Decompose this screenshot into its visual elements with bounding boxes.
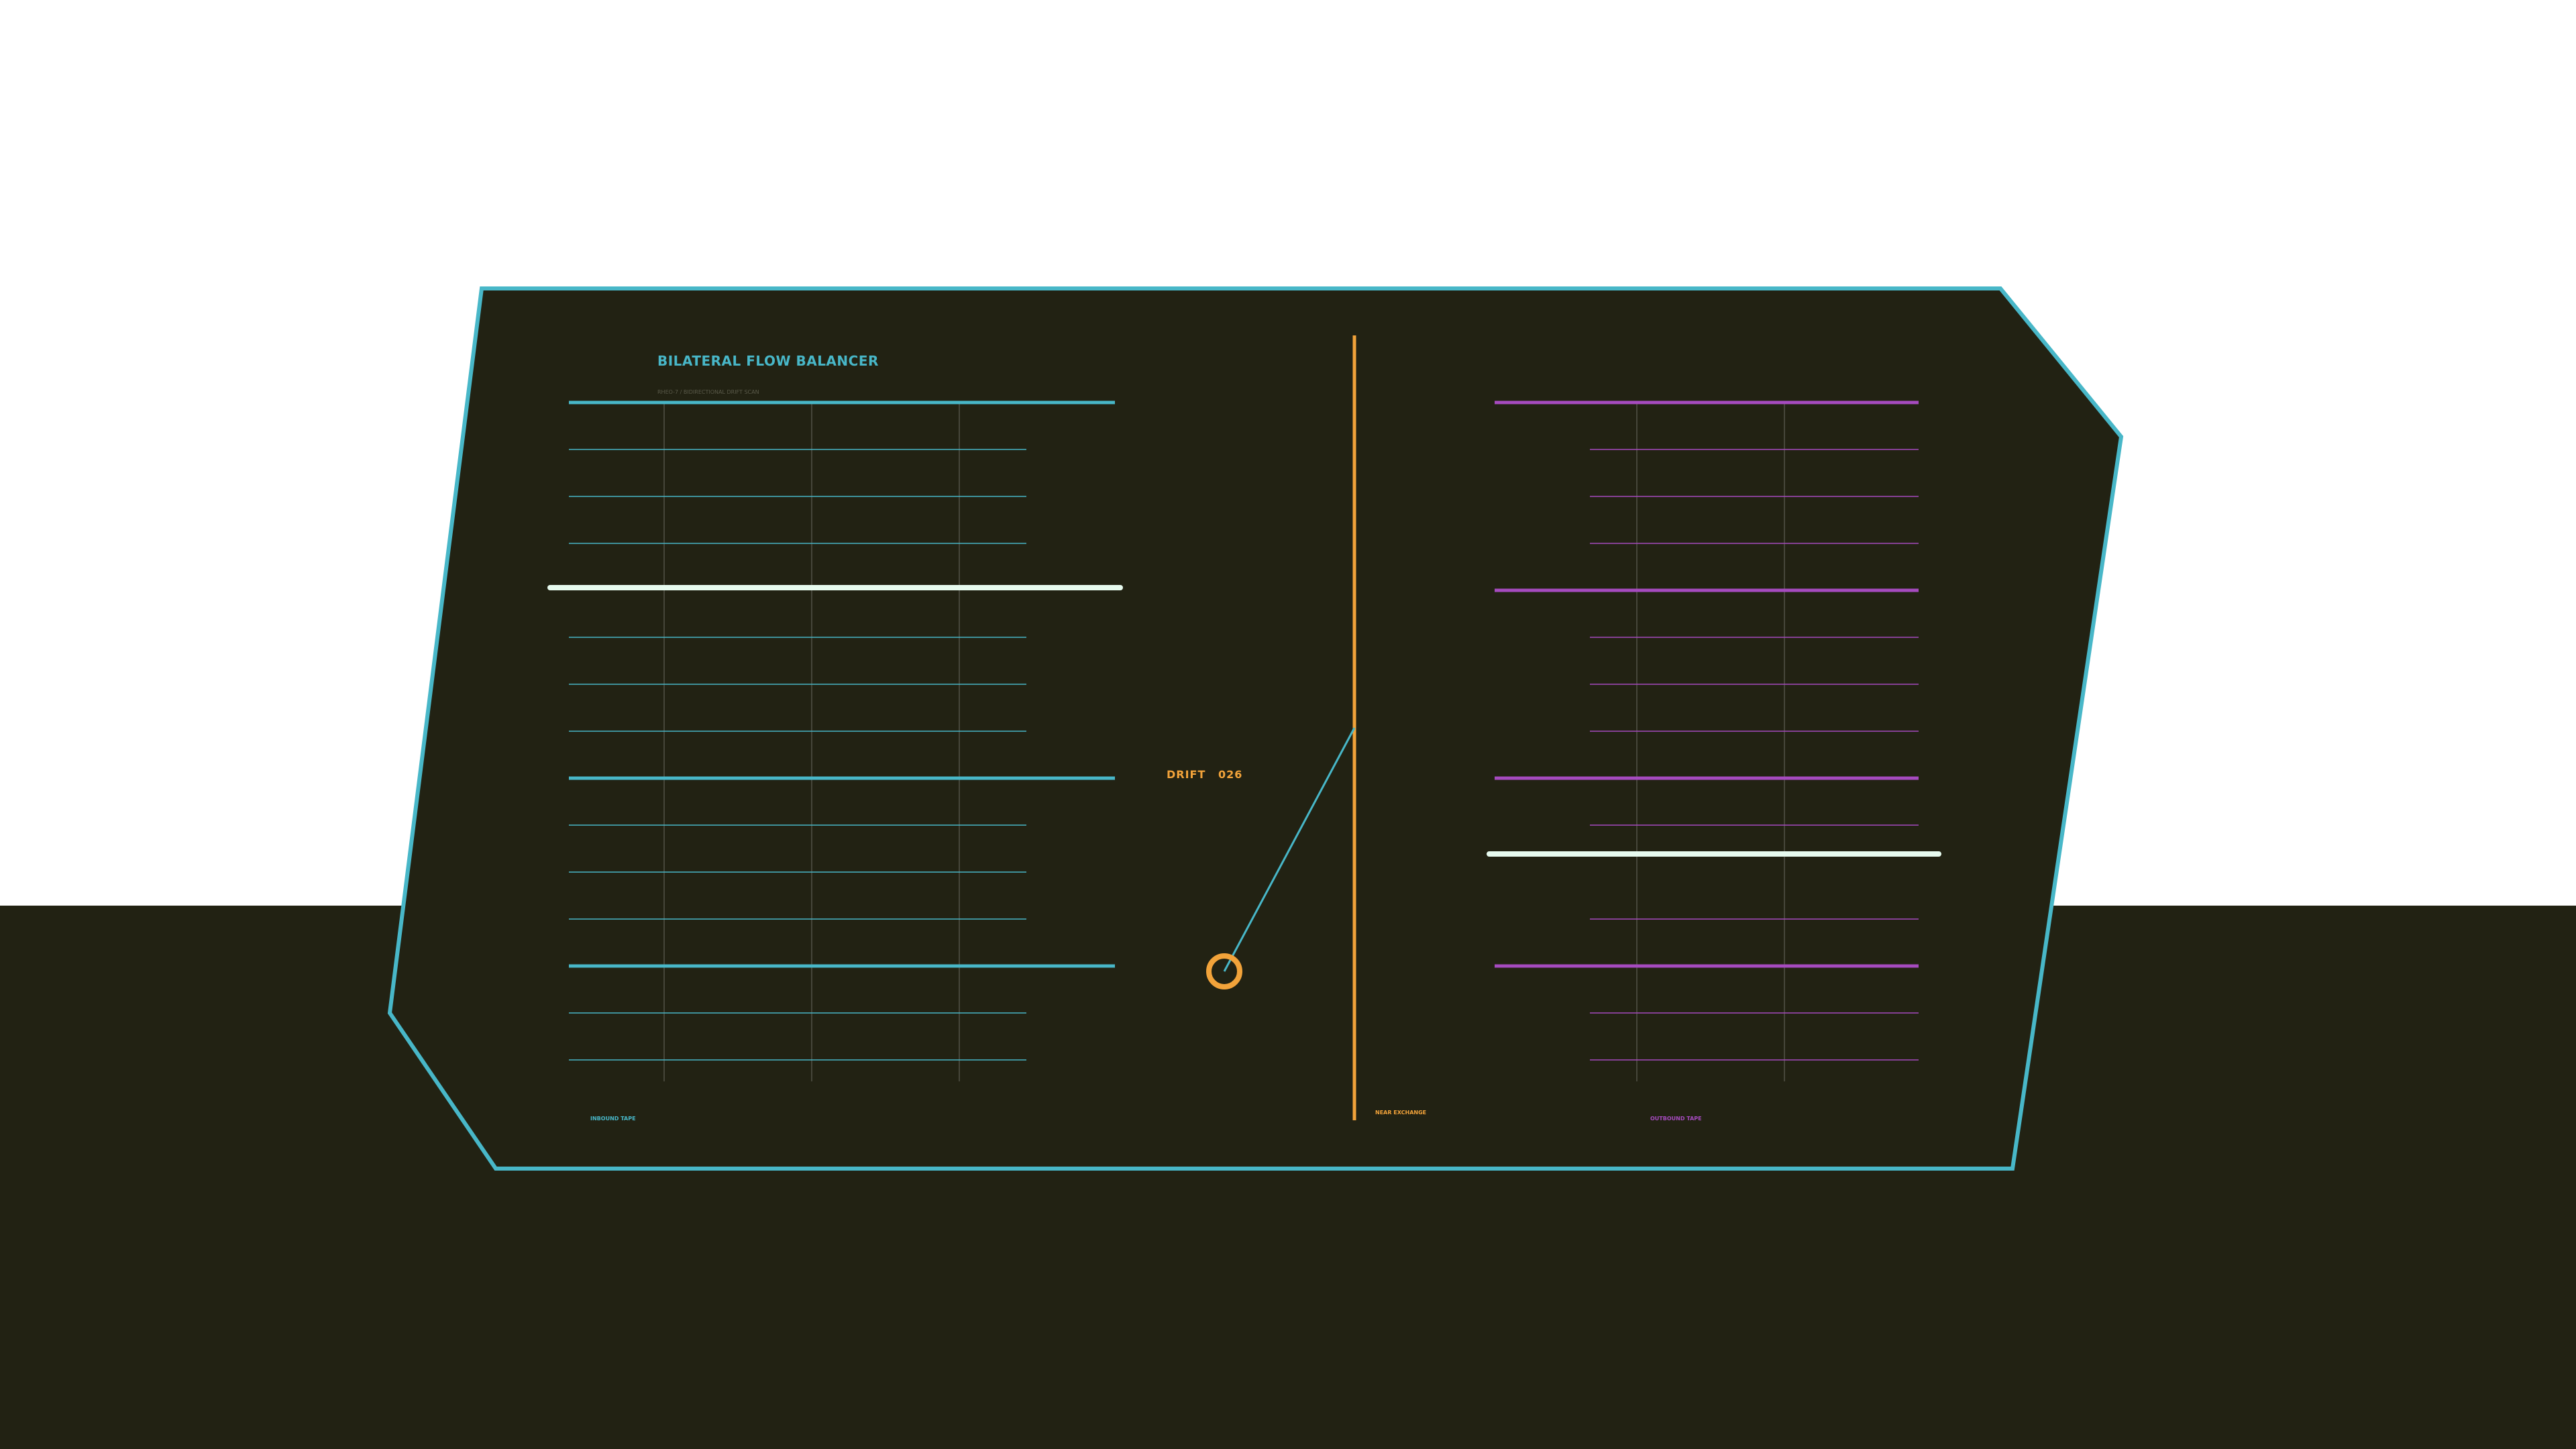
- panel-subtitle: RHEO-7 / BIDIRECTIONAL DRIFT SCAN: [657, 389, 759, 395]
- outbound-caption: OUTBOUND TAPE: [1650, 1116, 1702, 1122]
- panel-title: BILATERAL FLOW BALANCER: [657, 353, 879, 369]
- exchange-caption: NEAR EXCHANGE: [1375, 1110, 1426, 1116]
- flow-balancer-scene: BILATERAL FLOW BALANCER RHEO-7 / BIDIREC…: [387, 286, 2124, 1171]
- inbound-caption: INBOUND TAPE: [590, 1116, 636, 1122]
- drift-readout: DRIFT 026: [1167, 768, 1242, 781]
- drift-value: 026: [1218, 768, 1242, 781]
- drift-label: DRIFT: [1167, 768, 1205, 781]
- panel-frame: [387, 286, 2124, 1171]
